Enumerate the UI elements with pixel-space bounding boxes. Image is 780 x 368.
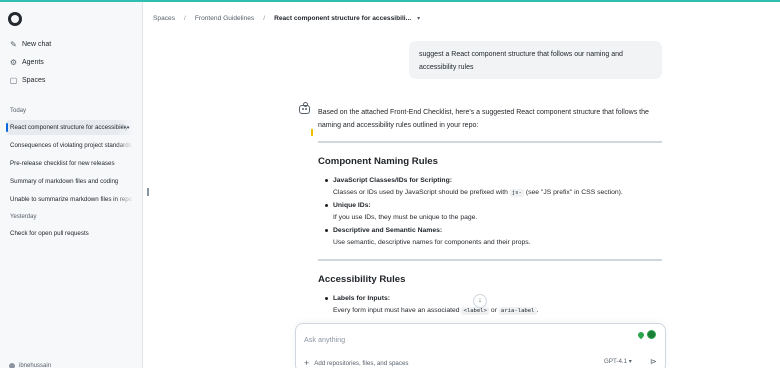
- desc-text: Classes or IDs used by JavaScript should…: [333, 189, 508, 196]
- chat-item-active[interactable]: React component structure for accessibil…: [6, 120, 134, 135]
- list-item: JavaScript Classes/IDs for Scripting: Cl…: [325, 175, 665, 199]
- new-chat-icon: ✎: [10, 39, 17, 49]
- copilot-icon: [299, 102, 310, 114]
- breadcrumb: Spaces / Frontend Guidelines / React com…: [153, 11, 420, 25]
- breadcrumb-current-chat[interactable]: React component structure for accessibil…: [274, 15, 411, 22]
- breadcrumb-spaces[interactable]: Spaces: [153, 15, 175, 22]
- user-message: suggest a React component structure that…: [409, 41, 662, 79]
- list-item-desc: Classes or IDs used by JavaScript should…: [325, 187, 665, 199]
- new-chat-label: New chat: [22, 40, 52, 48]
- chat-fade: [116, 138, 134, 153]
- chat-item[interactable]: Summary of markdown files and coding: [6, 174, 134, 189]
- scroll-to-bottom-button[interactable]: ↓: [473, 294, 487, 308]
- list-item-desc: If you use IDs, they must be unique to t…: [333, 214, 478, 221]
- spaces-icon: ▢: [9, 75, 18, 85]
- spaces-button[interactable]: ▢ Spaces: [9, 73, 46, 87]
- chat-item[interactable]: Check for open pull requests: [6, 226, 134, 241]
- list-item-title: Labels for Inputs:: [333, 295, 391, 302]
- agents-label: Agents: [22, 58, 44, 66]
- sidebar-resize-handle[interactable]: [147, 188, 149, 196]
- user-account[interactable]: ibnehussain: [9, 363, 51, 368]
- breadcrumb-separator: /: [263, 14, 266, 22]
- inline-code: js-: [509, 189, 524, 197]
- chat-item[interactable]: Pre-release checklist for new releases: [6, 156, 134, 171]
- text-cursor-marker: [311, 129, 313, 136]
- assistant-intro: Based on the attached Front-End Checklis…: [318, 109, 649, 129]
- divider: [318, 259, 662, 261]
- avatar: [9, 363, 15, 368]
- chat-item-label: Summary of markdown files and coding: [10, 178, 119, 185]
- list-item: Descriptive and Semantic Names: Use sema…: [325, 225, 665, 249]
- list-item: Unique IDs: If you use IDs, they must be…: [325, 200, 665, 224]
- inline-code: <label>: [461, 307, 490, 315]
- list-item-desc: Use semantic, descriptive names for comp…: [333, 239, 531, 246]
- desc-text: or: [490, 307, 497, 314]
- more-options-icon[interactable]: •••: [120, 120, 130, 135]
- breadcrumb-separator: /: [184, 14, 186, 22]
- github-logo-icon[interactable]: [8, 12, 22, 26]
- chat-composer: + Add repositories, files, and spaces GP…: [295, 323, 666, 368]
- chat-item-label: Consequences of violating project standa…: [10, 142, 132, 149]
- section-heading: Component Naming Rules: [318, 156, 438, 167]
- today-section-label: Today: [10, 108, 27, 114]
- chat-fade: [116, 174, 134, 189]
- chat-item-label: Pre-release checklist for new releases: [10, 160, 115, 167]
- chat-item[interactable]: Consequences of violating project standa…: [6, 138, 134, 153]
- yesterday-section-label: Yesterday: [10, 214, 37, 220]
- plus-icon: +: [304, 358, 310, 368]
- inline-code: aria-label: [498, 307, 537, 315]
- desc-text: Every form input must have an associated: [333, 307, 460, 314]
- send-icon[interactable]: ⊳: [650, 357, 657, 366]
- desc-text: (see "JS prefix" in CSS section).: [525, 189, 623, 196]
- copilot-status-icon[interactable]: [647, 330, 656, 339]
- breadcrumb-space[interactable]: Frontend Guidelines: [195, 15, 254, 22]
- username: ibnehussain: [19, 363, 52, 368]
- add-context-label: Add repositories, files, and spaces: [314, 359, 409, 367]
- chat-fade: [116, 192, 134, 207]
- agents-icon: ⚙: [9, 57, 18, 67]
- agents-button[interactable]: ⚙ Agents: [9, 55, 44, 69]
- spaces-label: Spaces: [22, 76, 46, 84]
- list-item-title: Unique IDs:: [333, 202, 371, 209]
- sidebar: ✎ New chat ⚙ Agents ▢ Spaces Today React…: [0, 2, 143, 368]
- list-item-title: JavaScript Classes/IDs for Scripting:: [333, 177, 452, 184]
- model-selector[interactable]: GPT-4.1 ▾: [604, 358, 632, 365]
- list-item: Labels for Inputs: Every form input must…: [325, 293, 665, 317]
- desc-text: .: [536, 307, 539, 314]
- chat-item-label: Check for open pull requests: [10, 230, 89, 237]
- list-item-title: Descriptive and Semantic Names:: [333, 227, 443, 234]
- location-pin-icon[interactable]: [636, 330, 646, 340]
- divider: [318, 141, 662, 143]
- chat-item-label: React component structure for accessibil…: [10, 124, 128, 131]
- chat-item-label: Unable to summarize markdown files in re…: [10, 196, 133, 203]
- chat-item[interactable]: Unable to summarize markdown files in re…: [6, 192, 134, 207]
- list-item-desc: Every form input must have an associated…: [325, 305, 665, 317]
- section-heading: Accessibility Rules: [318, 274, 406, 285]
- chevron-down-icon[interactable]: ▾: [417, 15, 420, 22]
- add-context-button[interactable]: + Add repositories, files, and spaces: [304, 358, 409, 368]
- chat-input[interactable]: [304, 333, 604, 345]
- new-chat-button[interactable]: ✎ New chat: [9, 37, 51, 51]
